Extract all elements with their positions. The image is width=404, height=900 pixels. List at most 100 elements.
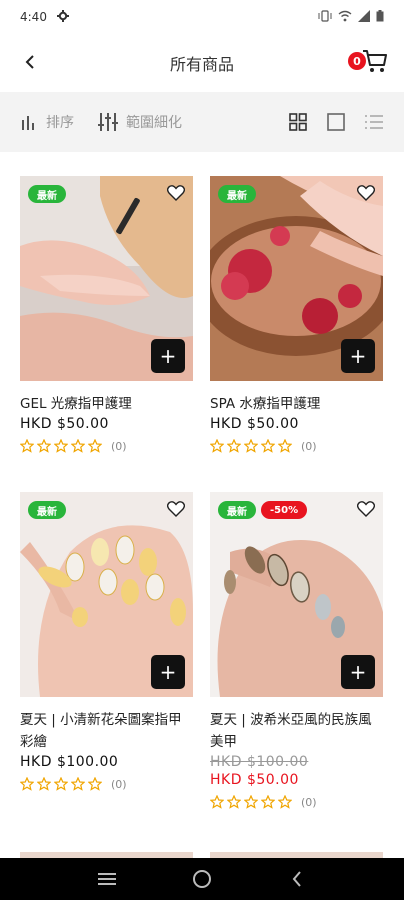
back-button[interactable]	[16, 48, 44, 76]
sale-price: HKD $50.00	[210, 772, 299, 788]
menu-lines-icon	[98, 873, 117, 885]
add-to-cart-button[interactable]: +	[151, 655, 185, 689]
system-back-button[interactable]	[285, 867, 309, 891]
star-icon	[20, 777, 34, 791]
plus-icon: +	[349, 660, 367, 684]
star-icon	[261, 795, 275, 809]
bar-chart-icon	[22, 116, 34, 130]
star-icon	[244, 795, 258, 809]
status-time: 4:40	[20, 10, 47, 24]
product-name[interactable]: 夏天 | 波希米亞風的民族風美甲	[210, 709, 383, 753]
app-header: 所有商品 0	[0, 34, 404, 92]
product-image[interactable]: 最新 +	[20, 492, 193, 697]
rating: (0)	[20, 777, 193, 791]
star-icon	[54, 439, 68, 453]
star-icon	[37, 439, 51, 453]
sort-label: 排序	[46, 115, 74, 131]
original-price: HKD $100.00	[210, 754, 309, 770]
wishlist-button[interactable]	[355, 182, 377, 204]
wifi-icon	[338, 10, 352, 25]
filter-label: 範圍細化	[126, 115, 182, 131]
product-name[interactable]: 夏天 | 小清新花朵圖案指甲彩繪	[20, 709, 193, 753]
signal-icon	[358, 9, 370, 25]
sliders-icon	[98, 113, 118, 131]
wishlist-button[interactable]	[165, 498, 187, 520]
rating-count: (0)	[301, 439, 317, 453]
recent-apps-button[interactable]	[95, 867, 119, 891]
gear-icon	[56, 9, 69, 25]
new-badge: 最新	[218, 185, 256, 203]
discount-badge: -50%	[261, 501, 308, 519]
grid-icon	[289, 113, 307, 131]
product-image[interactable]: 最新 -50% +	[210, 492, 383, 697]
star-icon	[20, 439, 34, 453]
home-circle-icon	[192, 870, 211, 888]
vibrate-icon	[318, 9, 332, 25]
rating: (0)	[210, 795, 383, 809]
star-icon	[261, 439, 275, 453]
list-icon	[365, 115, 383, 129]
cart-icon	[363, 50, 387, 72]
status-bar: 4:40	[0, 0, 404, 34]
product-name[interactable]: GEL 光療指甲護理	[20, 393, 193, 415]
battery-icon	[376, 9, 384, 25]
rating: (0)	[210, 439, 383, 453]
chevron-left-icon	[25, 55, 34, 69]
chevron-left-icon	[292, 871, 301, 887]
new-badge: 最新	[28, 501, 66, 519]
product-image[interactable]: 最新 +	[20, 176, 193, 381]
product-card[interactable]: 最新 + 夏天 | 小清新花朵圖案指甲彩繪 HKD $100.00 (0)	[20, 492, 193, 854]
new-badge: 最新	[218, 501, 256, 519]
rating-count: (0)	[111, 439, 127, 453]
rating-count: (0)	[111, 777, 127, 791]
star-icon	[210, 439, 224, 453]
star-icon	[278, 439, 292, 453]
star-icon	[71, 777, 85, 791]
plus-icon: +	[159, 660, 177, 684]
product-price: HKD $100.00	[20, 754, 119, 770]
star-icon	[278, 795, 292, 809]
page-title: 所有商品	[169, 55, 234, 74]
star-icon	[54, 777, 68, 791]
add-to-cart-button[interactable]: +	[341, 655, 375, 689]
star-icon	[210, 795, 224, 809]
heart-icon	[167, 501, 185, 517]
plus-icon: +	[159, 344, 177, 368]
star-icon	[88, 439, 102, 453]
square-icon	[327, 113, 345, 131]
star-icon	[71, 439, 85, 453]
home-button[interactable]	[190, 867, 214, 891]
wishlist-button[interactable]	[355, 498, 377, 520]
list-view-button[interactable]	[364, 112, 384, 132]
add-to-cart-button[interactable]: +	[341, 339, 375, 373]
sort-button[interactable]: 排序	[20, 112, 74, 132]
product-price: HKD $50.00	[210, 416, 299, 432]
wishlist-button[interactable]	[165, 182, 187, 204]
rating: (0)	[20, 439, 193, 453]
product-grid: 最新 + GEL 光療指甲護理 HKD $50.00 (0) 最新 + SPA …	[20, 176, 384, 854]
filter-button[interactable]: 範圍細化	[98, 112, 182, 132]
plus-icon: +	[349, 344, 367, 368]
star-icon	[227, 439, 241, 453]
single-view-button[interactable]	[326, 112, 346, 132]
product-card[interactable]: 最新 -50% + 夏天 | 波希米亞風的民族風美甲 HKD $100.00 H…	[210, 492, 383, 854]
filter-toolbar: 排序 範圍細化	[0, 92, 404, 152]
star-icon	[37, 777, 51, 791]
system-nav-bar	[0, 858, 404, 900]
grid-view-button[interactable]	[288, 112, 308, 132]
heart-icon	[167, 185, 185, 201]
product-name[interactable]: SPA 水療指甲護理	[210, 393, 383, 415]
heart-icon	[357, 185, 375, 201]
product-card[interactable]: 最新 + GEL 光療指甲護理 HKD $50.00 (0)	[20, 176, 193, 492]
new-badge: 最新	[28, 185, 66, 203]
product-price: HKD $50.00	[20, 416, 109, 432]
star-icon	[244, 439, 258, 453]
product-image[interactable]: 最新 +	[210, 176, 383, 381]
product-card[interactable]: 最新 + SPA 水療指甲護理 HKD $50.00 (0)	[210, 176, 383, 492]
star-icon	[88, 777, 102, 791]
cart-button[interactable]: 0	[348, 46, 388, 78]
add-to-cart-button[interactable]: +	[151, 339, 185, 373]
rating-count: (0)	[301, 795, 317, 809]
heart-icon	[357, 501, 375, 517]
star-icon	[227, 795, 241, 809]
